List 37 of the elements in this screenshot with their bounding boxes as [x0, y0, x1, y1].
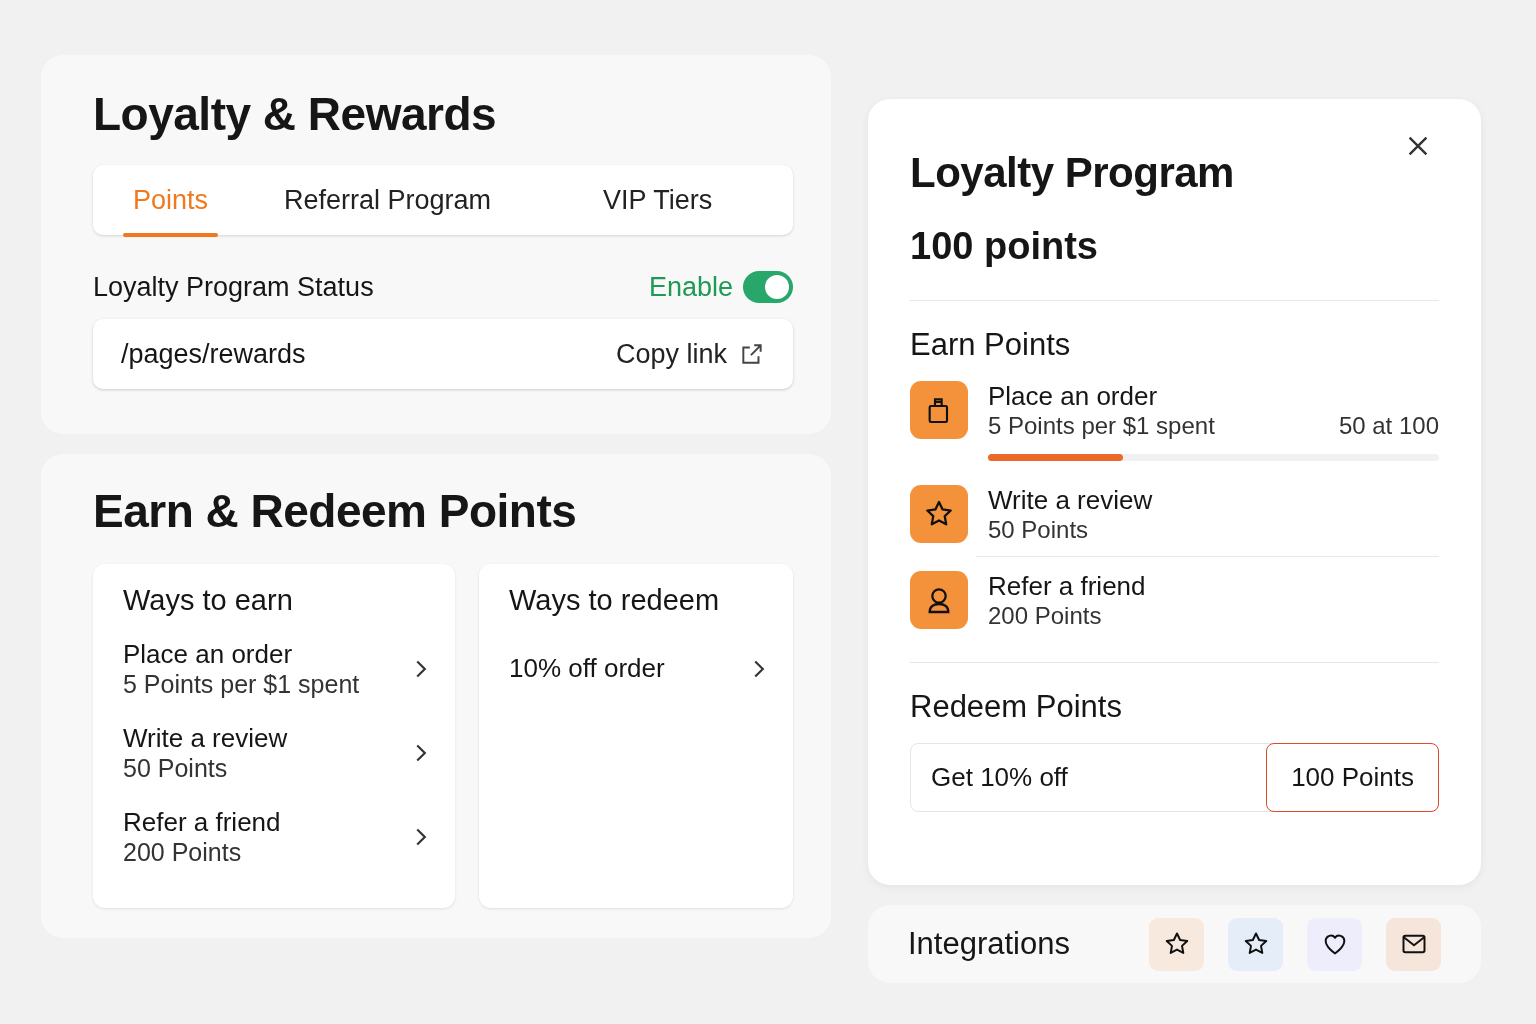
panel-title: Ways to earn [123, 584, 294, 617]
earn-item[interactable]: Write a review 50 Points [123, 723, 427, 783]
earn-title: Place an order [988, 381, 1159, 412]
earn-detail: 5 Points per $1 spent [988, 412, 1215, 440]
integration-button[interactable] [1228, 917, 1283, 971]
panel-title: Ways to redeem [509, 584, 721, 617]
earn-title: Refer a friend [988, 571, 1147, 602]
integration-button[interactable] [1386, 917, 1441, 971]
integration-button[interactable] [1149, 917, 1204, 971]
earn-detail: 50 Points [988, 516, 1089, 544]
earn-title: Write a review [988, 485, 1154, 516]
chevron-right-icon [414, 742, 427, 764]
progress-reading: 50 at 100 [1338, 412, 1439, 440]
toggle-switch[interactable] [743, 271, 793, 303]
integrations-label: Integrations [908, 926, 1071, 962]
section-heading: Redeem Points [910, 689, 1123, 725]
redeem-item[interactable]: 10% off order [509, 653, 765, 684]
redeem-option[interactable]: Get 10% off 100 Points [910, 743, 1439, 812]
chevron-right-icon [414, 826, 427, 848]
status-text: Enable [648, 271, 733, 303]
points-balance: 100 points [910, 225, 1099, 268]
copy-link-button[interactable]: Copy link [615, 338, 765, 370]
status-label: Loyalty Program Status [93, 271, 375, 303]
earn-detail: 200 Points [988, 602, 1102, 630]
earn-item[interactable]: Refer a friend 200 Points [123, 807, 427, 867]
redeem-points-button[interactable]: 100 Points [1266, 743, 1439, 812]
chevron-right-icon [414, 658, 427, 680]
section-heading: Earn Points [910, 327, 1072, 363]
integration-button[interactable] [1307, 917, 1362, 971]
tab[interactable]: Referral Program [274, 165, 502, 235]
link-field[interactable]: /pages/rewards Copy link [93, 319, 793, 389]
earn-item[interactable]: Place an order 5 Points per $1 spent [123, 639, 427, 699]
section-title: Earn & Redeem Points [93, 484, 578, 538]
tab[interactable]: VIP Tiers [593, 165, 723, 235]
popup-title: Loyalty Program [910, 149, 1235, 197]
external-link-icon [739, 341, 765, 367]
section-title: Loyalty & Rewards [93, 87, 498, 141]
